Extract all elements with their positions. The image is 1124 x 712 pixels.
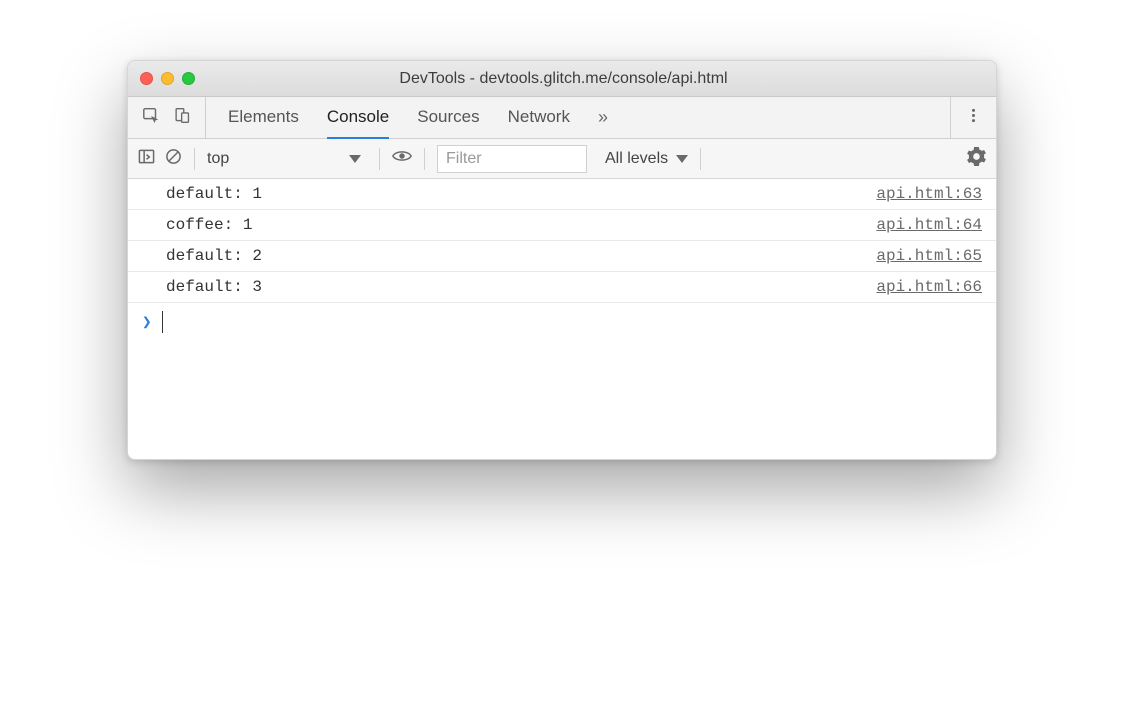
log-message: default: 3 [166,278,262,296]
separator [194,148,195,170]
separator [424,148,425,170]
log-source-link[interactable]: api.html:66 [876,278,982,296]
log-message: coffee: 1 [166,216,252,234]
devtools-window: DevTools - devtools.glitch.me/console/ap… [127,60,997,460]
dropdown-caret-icon [349,155,361,163]
tabs-overflow-button[interactable]: » [598,97,608,139]
separator [379,148,380,170]
console-toolbar: top Filter All levels [128,139,996,179]
prompt-caret-icon: ❯ [142,312,152,332]
log-source-link[interactable]: api.html:64 [876,216,982,234]
console-prompt[interactable]: ❯ [128,303,996,341]
separator [700,148,701,170]
log-level-selector[interactable]: All levels [605,150,688,168]
dropdown-caret-icon [676,155,688,163]
console-log-entry: default: 2 api.html:65 [128,241,996,272]
filter-placeholder: Filter [446,150,482,168]
live-expression-icon[interactable] [392,149,412,168]
tab-elements[interactable]: Elements [228,97,299,139]
console-log-list: default: 1 api.html:63 coffee: 1 api.htm… [128,179,996,303]
element-picker-icon[interactable] [142,106,160,129]
console-settings-icon[interactable] [967,147,986,171]
clear-console-icon[interactable] [165,148,182,170]
panel-tabs: Elements Console Sources Network » [206,97,950,138]
panel-tabs-bar: Elements Console Sources Network » [128,97,996,139]
console-sidebar-toggle-icon[interactable] [138,148,155,170]
log-message: default: 1 [166,185,262,203]
filter-input[interactable]: Filter [437,145,587,173]
text-cursor [162,311,163,333]
log-message: default: 2 [166,247,262,265]
window-title: DevTools - devtools.glitch.me/console/ap… [143,70,984,88]
titlebar: DevTools - devtools.glitch.me/console/ap… [128,61,996,97]
console-log-entry: default: 3 api.html:66 [128,272,996,303]
toolbar-right-zone [950,97,996,138]
context-selector-value: top [207,150,229,168]
console-log-entry: coffee: 1 api.html:64 [128,210,996,241]
log-source-link[interactable]: api.html:63 [876,185,982,203]
console-body: default: 1 api.html:63 coffee: 1 api.htm… [128,179,996,459]
device-toggle-icon[interactable] [174,107,191,129]
tab-network[interactable]: Network [508,97,570,139]
console-log-entry: default: 1 api.html:63 [128,179,996,210]
tab-console[interactable]: Console [327,97,389,139]
toolbar-left-zone [128,97,206,138]
more-options-icon[interactable] [965,107,982,129]
console-input[interactable] [173,313,982,331]
log-source-link[interactable]: api.html:65 [876,247,982,265]
tab-sources[interactable]: Sources [417,97,479,139]
context-selector[interactable]: top [207,150,367,168]
log-level-label: All levels [605,150,668,168]
